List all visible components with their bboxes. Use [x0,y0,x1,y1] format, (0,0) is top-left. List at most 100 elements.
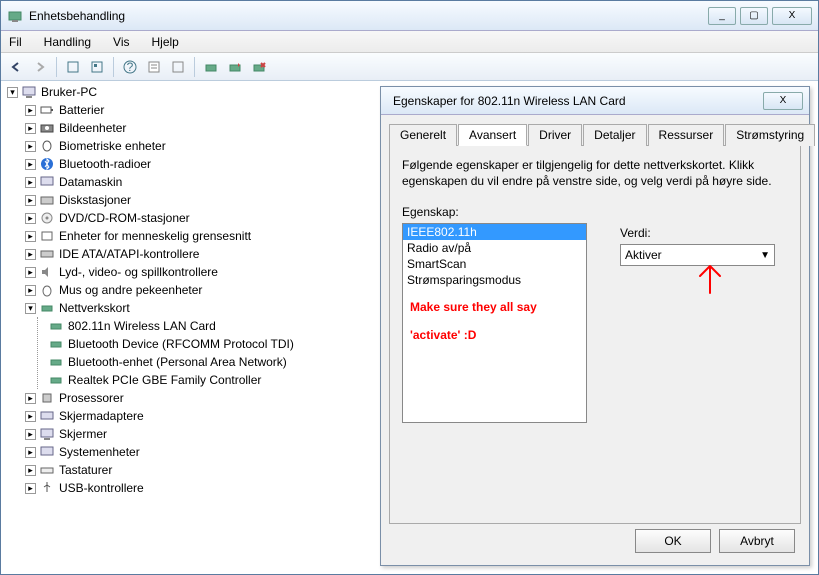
tree-item[interactable]: Lyd-, video- og spillkontrollere [59,265,218,279]
tree-item[interactable]: Realtek PCIe GBE Family Controller [68,373,261,387]
cpu-icon [39,390,55,406]
expand-toggle[interactable]: ▸ [25,123,36,134]
network-adapter-icon [48,336,64,352]
expand-toggle[interactable]: ▸ [25,195,36,206]
tree-root[interactable]: Bruker-PC [41,85,97,99]
tree-item[interactable]: Systemenheter [59,445,140,459]
tree-item[interactable]: Bluetooth Device (RFCOMM Protocol TDI) [68,337,294,351]
toolbar-icon[interactable] [86,56,108,78]
tree-item[interactable]: Enheter for menneskelig grensesnitt [59,229,251,243]
expand-toggle[interactable]: ▸ [25,483,36,494]
computer-icon [21,84,37,100]
tab-avansert[interactable]: Avansert [458,124,527,146]
network-adapter-icon [48,372,64,388]
property-item[interactable]: SmartScan [403,256,586,272]
dialog-close-button[interactable]: X [763,92,803,110]
usb-icon [39,480,55,496]
tree-item[interactable]: Skjermer [59,427,107,441]
dialog-titlebar[interactable]: Egenskaper for 802.11n Wireless LAN Card… [381,87,809,115]
tree-item[interactable]: DVD/CD-ROM-stasjoner [59,211,190,225]
tree-item[interactable]: Bildeenheter [59,121,126,135]
expand-toggle[interactable]: ▸ [25,285,36,296]
property-item[interactable]: Radio av/på [403,240,586,256]
toolbar-icon[interactable] [167,56,189,78]
tree-item[interactable]: Batterier [59,103,104,117]
menu-vis[interactable]: Vis [109,33,133,51]
tree-item[interactable]: Nettverkskort [59,301,130,315]
close-button[interactable]: X [772,7,812,25]
nav-back-button[interactable] [5,56,27,78]
expand-toggle[interactable]: ▸ [25,141,36,152]
expand-toggle[interactable]: ▸ [25,465,36,476]
nav-forward-button[interactable] [29,56,51,78]
monitor-icon [39,426,55,442]
tree-item[interactable]: 802.11n Wireless LAN Card [68,319,216,333]
tab-generelt[interactable]: Generelt [389,124,457,146]
tree-item[interactable]: Bluetooth-radioer [59,157,151,171]
cancel-button[interactable]: Avbryt [719,529,795,553]
biometric-icon [39,138,55,154]
device-tree[interactable]: ▾ Bruker-PC ▸ Batterier ▸ Bildeenheter ▸ Bi… [5,83,375,570]
property-listbox[interactable]: IEEE802.11h Radio av/på SmartScan Strøms… [402,223,587,423]
properties-dialog: Egenskaper for 802.11n Wireless LAN Card… [380,86,810,566]
expand-toggle[interactable]: ▸ [25,213,36,224]
expand-toggle[interactable]: ▸ [25,177,36,188]
expand-toggle[interactable]: ▸ [25,429,36,440]
expand-toggle[interactable]: ▾ [7,87,18,98]
menu-hjelp[interactable]: Hjelp [148,33,183,51]
battery-icon [39,102,55,118]
property-item[interactable]: Strømsparingsmodus [403,272,586,288]
disk-icon [39,192,55,208]
tab-driver[interactable]: Driver [528,124,582,146]
expand-toggle[interactable]: ▸ [25,411,36,422]
value-label: Verdi: [620,226,651,240]
tree-item[interactable]: Skjermadaptere [59,409,144,423]
tree-item[interactable]: Mus og andre pekeenheter [59,283,202,297]
tab-detaljer[interactable]: Detaljer [583,124,646,146]
tabstrip: Generelt Avansert Driver Detaljer Ressur… [389,123,801,146]
expand-toggle[interactable]: ▸ [25,267,36,278]
maximize-button[interactable]: ▢ [740,7,768,25]
expand-toggle[interactable]: ▸ [25,231,36,242]
tree-item[interactable]: Prosessorer [59,391,124,405]
tree-item[interactable]: Datamaskin [59,175,122,189]
toolbar-icon[interactable] [62,56,84,78]
ide-icon [39,246,55,262]
ok-button[interactable]: OK [635,529,711,553]
expand-toggle[interactable]: ▸ [25,249,36,260]
tree-item[interactable]: USB-kontrollere [59,481,144,495]
main-titlebar[interactable]: Enhetsbehandling _ ▢ X [1,1,818,31]
window-title: Enhetsbehandling [29,9,708,23]
system-icon [39,444,55,460]
tree-item[interactable]: Bluetooth-enhet (Personal Area Network) [68,355,287,369]
tree-item[interactable]: Diskstasjoner [59,193,131,207]
minimize-button[interactable]: _ [708,7,736,25]
uninstall-button[interactable] [248,56,270,78]
expand-toggle[interactable]: ▾ [25,303,36,314]
hid-icon [39,228,55,244]
property-item[interactable]: IEEE802.11h [403,224,586,240]
display-adapter-icon [39,408,55,424]
tab-strom[interactable]: Strømstyring [725,124,815,146]
expand-toggle[interactable]: ▸ [25,393,36,404]
tab-body: Følgende egenskaper er tilgjengelig for … [389,146,801,524]
app-icon [7,8,23,24]
network-adapter-icon [48,318,64,334]
scan-hardware-button[interactable] [200,56,222,78]
expand-toggle[interactable]: ▸ [25,159,36,170]
tree-item[interactable]: Biometriske enheter [59,139,166,153]
tree-item[interactable]: Tastaturer [59,463,112,477]
expand-toggle[interactable]: ▸ [25,105,36,116]
value-dropdown[interactable]: Aktiver ▼ [620,244,775,266]
menu-handling[interactable]: Handling [40,33,95,51]
properties-button[interactable] [143,56,165,78]
expand-toggle[interactable]: ▸ [25,447,36,458]
menu-fil[interactable]: Fil [5,33,26,51]
update-driver-button[interactable] [224,56,246,78]
network-adapter-icon [48,354,64,370]
property-label: Egenskap: [402,205,788,219]
help-button[interactable]: ? [119,56,141,78]
bluetooth-icon [39,156,55,172]
tree-item[interactable]: IDE ATA/ATAPI-kontrollere [59,247,199,261]
tab-ressurser[interactable]: Ressurser [648,124,725,146]
